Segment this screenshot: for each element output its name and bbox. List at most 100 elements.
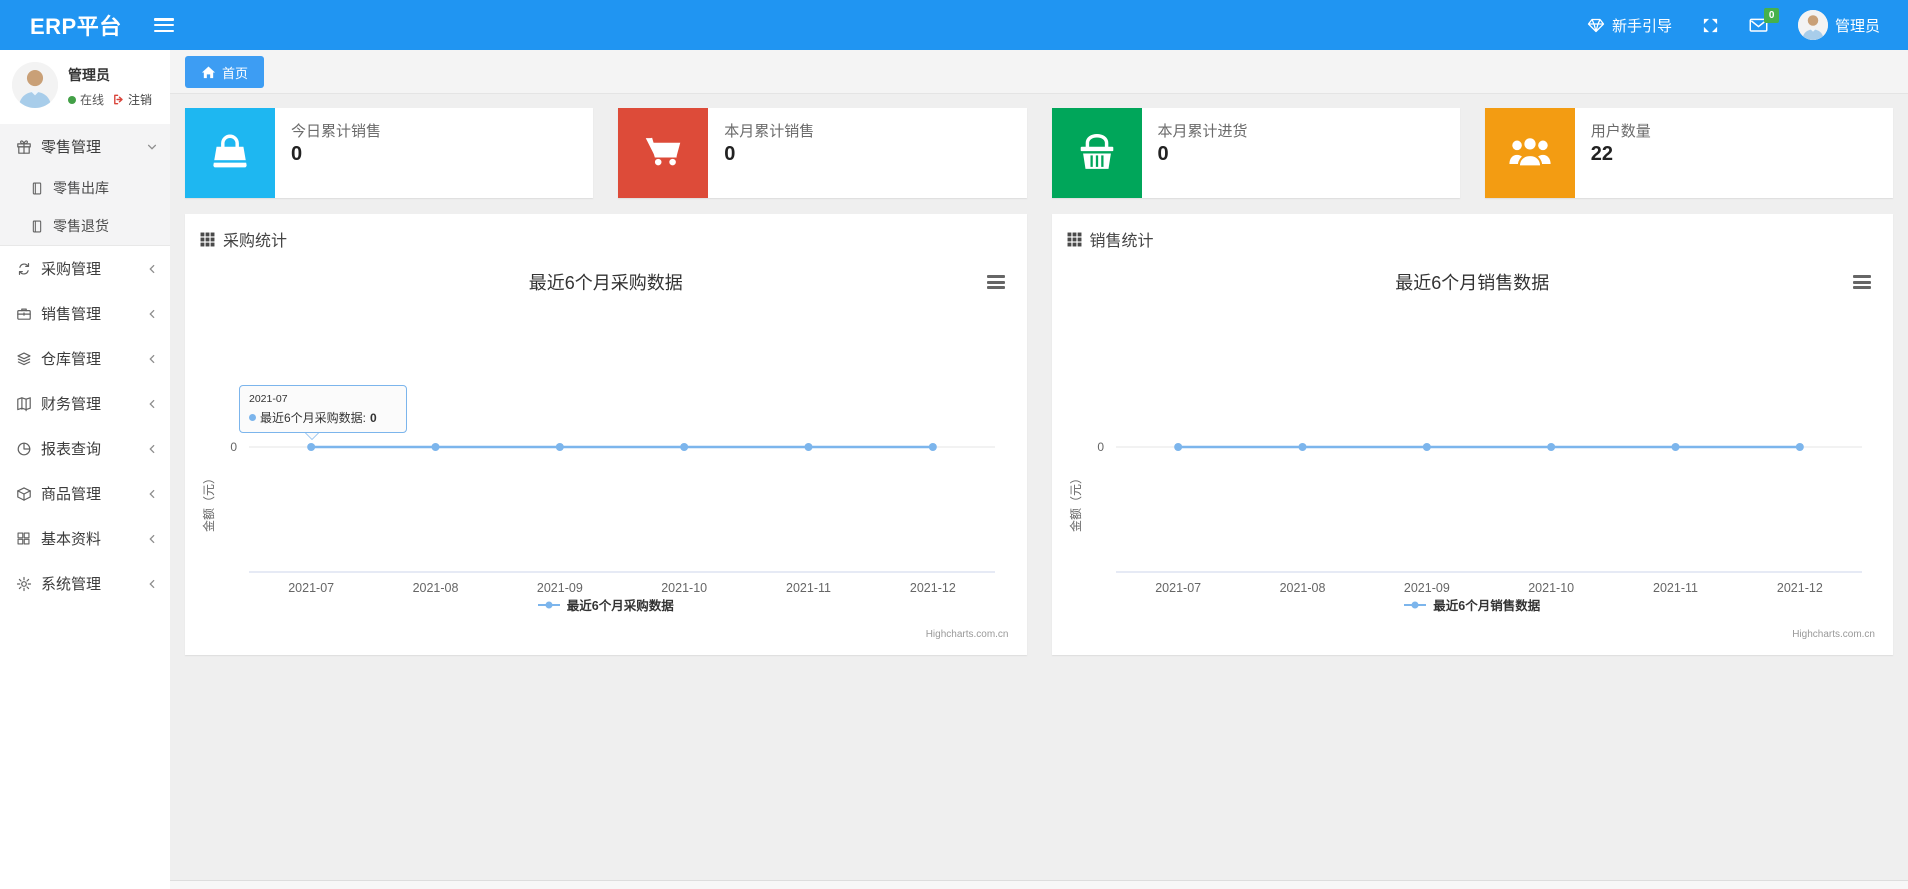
data-point-marker[interactable] [1422, 443, 1431, 451]
footer-divider [170, 880, 1908, 889]
sidebar-menu: 零售管理零售出库零售退货采购管理销售管理仓库管理 财务管理 报表查询商品管理基本资料… [0, 124, 170, 606]
chart-title: 最近6个月销售数据 [1395, 273, 1550, 293]
fullscreen-button[interactable] [1702, 17, 1719, 34]
stat-card-label: 用户数量 [1590, 123, 1651, 140]
sidebar-group-expanded: 零售管理零售出库零售退货 [0, 124, 170, 246]
user-avatar [12, 62, 58, 108]
svg-text:2021-08: 2021-08 [413, 581, 459, 595]
users-icon [1484, 108, 1575, 198]
online-status-label: 在线 [80, 93, 105, 107]
grid-icon [15, 531, 32, 546]
main-content: 首页 今日累计销售 0 本月累计销售 0 本月累计进货 0 用户数量 22 采购统计 最近6个… [170, 50, 1908, 889]
chart-legend-item[interactable]: 最近6个月销售数据 [1066, 595, 1880, 614]
stat-card-label: 本月累计销售 [724, 123, 815, 140]
chart-export-menu-icon[interactable] [985, 273, 1007, 291]
data-point-marker[interactable] [1546, 443, 1555, 451]
stat-card-1: 本月累计销售 0 [618, 108, 1027, 198]
data-point-marker[interactable] [307, 443, 316, 451]
chart-credits-link[interactable]: Highcharts.com.cn [926, 629, 1009, 640]
data-point-marker[interactable] [1795, 443, 1804, 451]
journal-icon [28, 181, 45, 196]
tab-home-label: 首页 [222, 65, 249, 81]
guide-label: 新手引导 [1611, 17, 1672, 35]
stat-card-value: 0 [291, 143, 303, 165]
svg-text:2021-07: 2021-07 [1155, 581, 1201, 595]
stat-card-0: 今日累计销售 0 [185, 108, 594, 198]
panel-title: 销售统计 [1089, 233, 1154, 250]
stat-card-label: 本月累计进货 [1157, 123, 1248, 140]
panel-header: 采购统计 [185, 214, 1027, 257]
sidebar-item-label: 系统管理 [41, 576, 102, 593]
gear-icon [15, 576, 32, 592]
chart-export-menu-icon[interactable] [1851, 273, 1873, 291]
sidebar: 管理员 在线 注销 零售管理 零售出库 零售退货 采购管理 销售管理 仓库管理 财务管理 报表… [0, 50, 170, 889]
stat-card-2: 本月累计进货 0 [1051, 108, 1460, 198]
data-point-marker[interactable] [1671, 443, 1679, 451]
stat-cards-row: 今日累计销售 0 本月累计销售 0 本月累计进货 0 用户数量 22 [185, 108, 1893, 198]
top-navbar: ERP平台 新手引导 0 管理员 [0, 0, 1908, 50]
sidebar-item-3[interactable]: 仓库管理 [0, 336, 170, 381]
chart-legend-item[interactable]: 最近6个月采购数据 [199, 595, 1013, 614]
sidebar-item-4[interactable]: 财务管理 [0, 381, 170, 426]
chevron-left-icon [146, 308, 158, 320]
data-point-marker[interactable] [1298, 443, 1306, 451]
legend-marker-icon [537, 601, 560, 608]
cart-icon [618, 108, 709, 198]
svg-text:金额（元）: 金额（元） [1068, 472, 1083, 532]
svg-text:2021-08: 2021-08 [1279, 581, 1325, 595]
stat-card-value: 22 [1590, 143, 1613, 165]
data-point-marker[interactable] [928, 443, 937, 451]
sidebar-item-2[interactable]: 销售管理 [0, 291, 170, 336]
data-point-marker[interactable] [804, 443, 813, 451]
chart-plot-area: 0 金额（元） 2021-07 2021-08 2021-09 2021-10 2021-1… [1068, 440, 1862, 595]
sidebar-item-label: 基本资料 [41, 531, 102, 548]
logout-icon [112, 93, 125, 106]
logout-button[interactable]: 注销 [112, 91, 152, 108]
briefcase-icon [15, 306, 32, 322]
user-menu[interactable]: 管理员 [1797, 10, 1880, 40]
sidebar-subitem-label: 零售退货 [53, 218, 109, 234]
data-point-marker[interactable] [431, 443, 440, 451]
svg-text:0: 0 [230, 440, 237, 454]
data-point-marker[interactable] [1173, 443, 1182, 451]
fullscreen-icon [1702, 17, 1719, 34]
sidebar-item-label: 零售管理 [41, 139, 102, 156]
messages-button[interactable]: 0 [1749, 8, 1779, 33]
sidebar-subitem[interactable]: 零售出库 [0, 169, 170, 207]
chevron-left-icon [146, 353, 158, 365]
sidebar-item-label: 商品管理 [41, 486, 102, 503]
purchase-chart: 最近6个月采购数据 0 金额（元） 2021-07 2021-08 2021-09 2021… [199, 257, 1013, 649]
layers-icon [15, 351, 32, 367]
tooltip-series-dot [249, 414, 256, 421]
data-point-marker[interactable] [555, 443, 564, 451]
sidebar-item-8[interactable]: 系统管理 [0, 561, 170, 606]
chevron-left-icon [146, 578, 158, 590]
sidebar-item-label: 销售管理 [41, 306, 102, 323]
brand-logo[interactable]: ERP平台 [0, 9, 140, 41]
chart-credits-link[interactable]: Highcharts.com.cn [1792, 629, 1875, 640]
tab-home[interactable]: 首页 [185, 56, 265, 88]
data-point-marker[interactable] [680, 443, 689, 451]
sidebar-item-6[interactable]: 商品管理 [0, 471, 170, 516]
legend-label: 最近6个月销售数据 [1433, 599, 1541, 613]
svg-text:2021-10: 2021-10 [1528, 581, 1574, 595]
legend-label: 最近6个月采购数据 [566, 599, 674, 613]
sidebar-item-1[interactable]: 采购管理 [0, 246, 170, 291]
gift-icon [15, 139, 32, 155]
tooltip-series-label: 最近6个月采购数据: [260, 411, 367, 425]
online-status-dot [68, 95, 76, 104]
sidebar-item-7[interactable]: 基本资料 [0, 516, 170, 561]
svg-text:2021-09: 2021-09 [1403, 581, 1449, 595]
basket-icon [1051, 108, 1142, 198]
user-avatar [1797, 10, 1828, 40]
svg-text:2021-10: 2021-10 [661, 581, 707, 595]
sidebar-item-0[interactable]: 零售管理 [0, 124, 170, 169]
sidebar-toggle-icon[interactable] [153, 18, 174, 32]
sidebar-item-5[interactable]: 报表查询 [0, 426, 170, 471]
sidebar-subitem[interactable]: 零售退货 [0, 207, 170, 245]
purchase-stats-panel: 采购统计 最近6个月采购数据 0 金额（元） 2021-07 2021-08 2021-0… [185, 214, 1027, 655]
bag-icon [185, 108, 275, 198]
guide-button[interactable]: 新手引导 [1587, 15, 1672, 36]
svg-text:2021-11: 2021-11 [786, 581, 831, 595]
sales-chart: 最近6个月销售数据 0 金额（元） 2021-07 2021-08 2021-09 2021… [1066, 257, 1880, 649]
